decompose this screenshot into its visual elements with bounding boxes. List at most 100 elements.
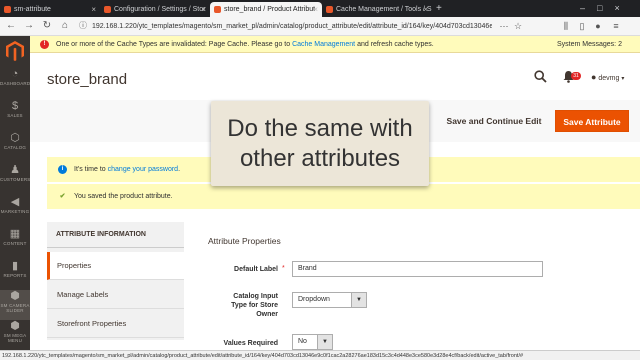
forward-icon[interactable]: →	[22, 19, 36, 33]
default-label-label: Default Label	[234, 266, 278, 273]
sidebar-item-dashboard[interactable]: ◔ DASHBOARD	[0, 68, 30, 98]
success-message: ✔ You saved the product attribute.	[47, 184, 640, 209]
browser-tab-active[interactable]: store_brand / Product Attribut ×	[210, 2, 322, 17]
change-password-link[interactable]: change your password	[108, 166, 178, 173]
favicon-icon	[214, 6, 221, 13]
info-icon: i	[58, 165, 67, 174]
selected-value: Dropdown	[298, 296, 330, 303]
favicon-icon	[4, 6, 11, 13]
magento-logo-icon[interactable]	[6, 41, 24, 61]
warning-icon: !	[40, 40, 49, 49]
selected-value: No	[298, 338, 307, 345]
admin-sidebar: ◔ DASHBOARD $ SALES ⬡ CATALOG ♟ CUSTOMER…	[0, 36, 30, 350]
reload-icon[interactable]: ↻	[40, 19, 54, 33]
browser-tab-label: store_brand / Product Attribut	[224, 6, 316, 13]
sidebar-item-label: CUSTOMERS	[0, 177, 31, 182]
section-title: Attribute Properties	[208, 236, 281, 246]
browser-tab[interactable]: sm-attribute ×	[0, 2, 100, 17]
close-icon[interactable]: ×	[201, 2, 206, 17]
megaphone-icon: ◀	[10, 196, 20, 208]
info-message-text: It's time to	[74, 166, 106, 173]
chevron-down-icon: ▼	[317, 335, 332, 349]
sidebar-item-label: MARKETING	[0, 209, 30, 214]
chevron-down-icon: ▼	[351, 293, 366, 307]
home-icon[interactable]: ⌂	[58, 19, 72, 33]
person-icon: ♟	[10, 164, 20, 176]
tab-storefront-properties[interactable]: Storefront Properties	[47, 310, 184, 338]
bookmark-icon[interactable]: ☆	[512, 19, 524, 33]
system-messages-counter[interactable]: System Messages: 2	[557, 36, 622, 53]
checkmark-icon: ✔	[59, 193, 66, 200]
dashboard-icon: ◔	[11, 68, 19, 80]
back-icon[interactable]: ←	[4, 19, 18, 33]
account-icon[interactable]: ●	[592, 19, 604, 33]
security-icon[interactable]: ⓘ	[76, 19, 90, 33]
info-message-text: .	[178, 166, 181, 173]
sidebar-item-label: SM CAMERA SLIDER	[0, 303, 30, 313]
sidebar-toggle-icon[interactable]: ▯	[576, 19, 588, 33]
tutorial-caption-overlay: Do the same with other attributes	[211, 101, 429, 186]
sidebar-item-sm-camera-slider[interactable]: ⬢ SM CAMERA SLIDER	[0, 290, 30, 320]
sidebar-item-sales[interactable]: $ SALES	[0, 100, 30, 130]
caption-line: other attributes	[239, 145, 401, 172]
cube-icon: ⬡	[10, 132, 20, 144]
menu-icon[interactable]: ≡	[610, 19, 622, 33]
sidebar-item-label: REPORTS	[3, 273, 27, 278]
tab-manage-labels[interactable]: Manage Labels	[47, 281, 184, 309]
user-menu[interactable]: ● devmg ▾	[591, 72, 624, 82]
window-controls[interactable]: –□×	[580, 0, 640, 17]
save-attribute-button[interactable]: Save Attribute	[555, 110, 629, 132]
more-icon[interactable]: ⋯	[498, 19, 510, 33]
bar-chart-icon: ▮	[11, 260, 19, 272]
dollar-icon: $	[11, 100, 19, 112]
catalog-input-type-label: Catalog Input Type for Store Owner	[198, 292, 278, 319]
system-message-text: One or more of the Cache Types are inval…	[56, 41, 291, 48]
close-icon[interactable]: ×	[91, 2, 96, 17]
tab-properties[interactable]: Properties	[47, 252, 184, 280]
caption-line: Do the same with	[227, 115, 413, 142]
values-required-select[interactable]: No ▼	[292, 334, 333, 350]
hexagon-icon: ⬢	[10, 290, 20, 302]
sidebar-item-label: SALES	[7, 113, 23, 118]
label-line: Owner	[256, 311, 278, 318]
browser-tab-bar: sm-attribute × Configuration / Settings …	[0, 0, 640, 17]
attribute-information-heading: ATTRIBUTE INFORMATION	[47, 222, 184, 248]
cache-management-link[interactable]: Cache Management	[292, 41, 355, 48]
search-icon[interactable]	[534, 70, 547, 86]
system-message-text: and refresh cache types.	[357, 41, 434, 48]
sidebar-item-reports[interactable]: ▮ REPORTS	[0, 260, 30, 290]
sidebar-item-catalog[interactable]: ⬡ CATALOG	[0, 132, 30, 162]
hexagon-icon: ⬢	[10, 320, 20, 332]
required-asterisk: *	[282, 265, 285, 272]
sidebar-item-marketing[interactable]: ◀ MARKETING	[0, 196, 30, 226]
layout-icon: ▦	[9, 228, 21, 240]
label-line: Type for Store	[231, 302, 278, 309]
favicon-icon	[104, 6, 111, 13]
sidebar-item-label: CONTENT	[3, 241, 27, 246]
close-icon[interactable]: ×	[423, 2, 428, 17]
favicon-icon	[326, 6, 333, 13]
browser-tab-label: Cache Management / Tools / S	[336, 6, 432, 13]
close-icon[interactable]: ×	[313, 2, 318, 17]
browser-tab[interactable]: Configuration / Settings / Stor ×	[100, 2, 210, 17]
label-line: Catalog Input	[233, 293, 278, 300]
browser-tab-label: Configuration / Settings / Stor	[114, 6, 206, 13]
sidebar-item-label: SM MEGA MENU	[3, 333, 27, 343]
save-and-continue-button[interactable]: Save and Continue Edit	[441, 111, 547, 131]
url-field[interactable]: 192.168.1.220/ytc_templates/magento/sm_m…	[92, 19, 492, 34]
notification-count-badge[interactable]: 31	[571, 72, 581, 80]
sidebar-item-content[interactable]: ▦ CONTENT	[0, 228, 30, 258]
new-tab-icon[interactable]: +	[436, 2, 448, 15]
catalog-input-type-select[interactable]: Dropdown ▼	[292, 292, 367, 308]
page-title: store_brand	[47, 71, 128, 88]
user-icon: ●	[591, 72, 597, 82]
library-icon[interactable]: ⫼	[560, 19, 572, 33]
sidebar-item-label: CATALOG	[3, 145, 27, 150]
sidebar-item-sm-mega-menu[interactable]: ⬢ SM MEGA MENU	[0, 320, 30, 350]
default-label-input[interactable]: Brand	[292, 261, 543, 277]
address-bar-row: ← → ↻ ⌂ ⓘ 192.168.1.220/ytc_templates/ma…	[0, 17, 640, 36]
browser-status-bar: 192.168.1.220/ytc_templates/magento/sm_m…	[0, 350, 640, 360]
sidebar-item-customers[interactable]: ♟ CUSTOMERS	[0, 164, 30, 194]
browser-tab-label: sm-attribute	[14, 6, 51, 13]
browser-tab[interactable]: Cache Management / Tools / S ×	[322, 2, 432, 17]
